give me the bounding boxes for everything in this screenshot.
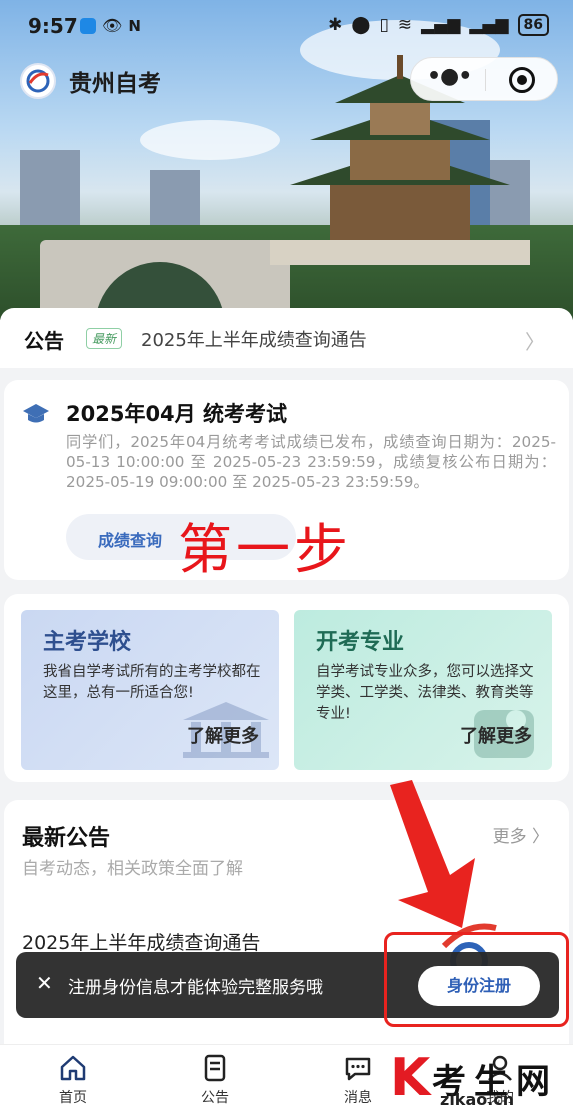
home-icon bbox=[60, 1055, 86, 1081]
capsule-divider bbox=[485, 69, 486, 91]
notice-list-item[interactable]: 2025年上半年成绩查询通告 bbox=[22, 928, 260, 955]
app-notification-icon bbox=[80, 17, 96, 34]
signal-icon: ▂▄▆ bbox=[469, 15, 509, 35]
tab-label: 公告 bbox=[201, 1090, 229, 1106]
chevron-right-icon: 〉 bbox=[525, 330, 545, 354]
signal-icon: ▂▄▆ bbox=[421, 15, 461, 35]
wifi-icon: ≋ bbox=[397, 15, 413, 35]
vibrate-icon: ▯ bbox=[379, 15, 389, 35]
target-circle-icon[interactable] bbox=[509, 67, 535, 93]
location-icon: ⬤ bbox=[351, 15, 371, 35]
status-left-icons: 👁 N bbox=[80, 16, 141, 35]
app-title: 贵州自考 bbox=[69, 71, 161, 97]
notice-tag: 公告 bbox=[24, 329, 64, 353]
notice-bar[interactable]: 公告 最新 2025年上半年成绩查询通告 〉 bbox=[0, 308, 573, 368]
highlight-box-annotation bbox=[384, 932, 569, 1027]
mini-program-capsule: •●• bbox=[410, 57, 558, 101]
nfc-icon: N bbox=[128, 16, 141, 35]
status-right-icons: ✱ ⬤ ▯ ≋ ▂▄▆ ▂▄▆ 86 bbox=[328, 14, 549, 36]
tab-home[interactable]: 首页 bbox=[33, 1053, 113, 1107]
tab-notices[interactable]: 公告 bbox=[175, 1053, 255, 1107]
tab-label: 消息 bbox=[344, 1090, 372, 1106]
chat-icon bbox=[345, 1057, 371, 1081]
exam-title: 2025年04月 统考考试 bbox=[66, 402, 287, 426]
cloud bbox=[140, 120, 280, 160]
more-dots-icon[interactable]: •●• bbox=[427, 66, 472, 94]
tab-messages[interactable]: 消息 bbox=[318, 1053, 398, 1107]
exam-description: 同学们，2025年04月统考考试成绩已发布，成绩查询日期为：2025-05-13… bbox=[66, 433, 556, 491]
tab-label: 首页 bbox=[59, 1090, 87, 1106]
graduation-cap-icon bbox=[23, 404, 49, 423]
feature-description: 我省自学考试所有的主考学校都在这里，总有一所适合您! bbox=[43, 664, 261, 701]
new-badge: 最新 bbox=[86, 328, 123, 349]
bluetooth-icon: ✱ bbox=[328, 15, 343, 35]
learn-more-link[interactable]: 了解更多 bbox=[460, 722, 532, 748]
feature-card-majors[interactable]: 开考专业 自学考试专业众多，您可以选择文学类、工学类、法律类、教育类等专业! 了… bbox=[294, 610, 552, 770]
step-annotation: 第一步 bbox=[178, 518, 352, 581]
status-time: 9:57 bbox=[28, 14, 78, 38]
eye-icon: 👁 bbox=[102, 16, 123, 35]
watermark-k-mark: K bbox=[390, 1048, 431, 1108]
learn-more-link[interactable]: 了解更多 bbox=[187, 722, 259, 748]
feature-title: 主考学校 bbox=[43, 630, 132, 655]
toast-message: 注册身份信息才能体验完整服务哦 bbox=[68, 978, 323, 998]
score-query-label: 成绩查询 bbox=[98, 531, 163, 550]
section-subtitle: 自考动态，相关政策全面了解 bbox=[22, 859, 243, 879]
watermark-url: zikao.cn bbox=[440, 1090, 515, 1109]
features-section: 主考学校 我省自学考试所有的主考学校都在这里，总有一所适合您! 了解更多 开考专… bbox=[4, 594, 569, 782]
watermark-logo: K 考生网 zikao.cn bbox=[390, 1052, 570, 1110]
battery-indicator: 86 bbox=[517, 14, 549, 36]
app-logo bbox=[20, 63, 56, 99]
logo-icon bbox=[26, 69, 50, 93]
notice-text[interactable]: 2025年上半年成绩查询通告 bbox=[141, 326, 367, 352]
document-icon bbox=[204, 1054, 226, 1082]
arrow-annotation-icon bbox=[390, 780, 475, 928]
more-link[interactable]: 更多 〉 bbox=[493, 822, 549, 847]
section-title: 最新公告 bbox=[22, 826, 111, 851]
close-icon[interactable]: ✕ bbox=[36, 971, 53, 995]
feature-title: 开考专业 bbox=[316, 630, 405, 655]
status-bar: 9:57 👁 N ✱ ⬤ ▯ ≋ ▂▄▆ ▂▄▆ 86 bbox=[0, 0, 573, 50]
feature-card-schools[interactable]: 主考学校 我省自学考试所有的主考学校都在这里，总有一所适合您! 了解更多 bbox=[21, 610, 279, 770]
